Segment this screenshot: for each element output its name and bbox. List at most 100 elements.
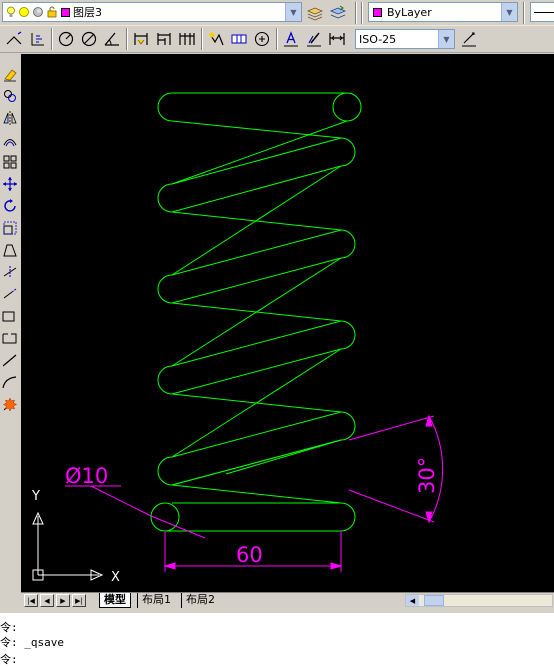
dimension-text-edit-button[interactable] [303, 28, 325, 50]
explode-icon [2, 397, 18, 412]
length-arrow-left [163, 562, 176, 570]
eraser-icon [4, 69, 17, 82]
freeze-viewport-icon [32, 6, 44, 18]
horizontal-scrollbar[interactable]: ◀ [405, 594, 553, 607]
offset-button[interactable] [1, 130, 19, 150]
trim-button[interactable] [1, 262, 19, 282]
fillet-button[interactable] [1, 372, 19, 392]
make-layer-current-button[interactable] [304, 2, 326, 24]
spring-coil-line [171, 411, 342, 458]
layer-previous-button[interactable] [327, 2, 349, 24]
stretch-icon [3, 244, 17, 257]
tolerance-button[interactable] [228, 28, 250, 50]
linetype-dropdown[interactable] [530, 2, 554, 22]
layer-previous-icon [329, 5, 347, 19]
spring-right-turn-arc [340, 229, 356, 259]
dimension-style-button[interactable] [458, 28, 480, 50]
layer-dropdown[interactable]: 图层3 ▼ [2, 2, 302, 22]
array-button[interactable] [1, 152, 19, 172]
break-point-icon [2, 333, 17, 344]
prev-tab-button[interactable]: ◀ [40, 594, 54, 607]
rotate-button[interactable] [1, 196, 19, 216]
command-history-line: 令: [0, 621, 18, 634]
tab-model[interactable]: 模型 [99, 593, 131, 608]
scroll-thumb[interactable] [424, 595, 444, 606]
stretch-button[interactable] [1, 240, 19, 260]
tolerance-icon [231, 34, 247, 44]
spring-right-turn-arc [340, 320, 356, 350]
leader-button[interactable] [205, 28, 227, 50]
diameter-dimension-text: Ø10 [65, 464, 108, 488]
angle-extension-upper [348, 415, 435, 441]
chevron-down-icon[interactable]: ▼ [285, 3, 301, 21]
continue-dimension-button[interactable] [176, 28, 198, 50]
scale-icon [3, 221, 17, 235]
linear-dimension-icon [6, 31, 22, 45]
chevron-down-icon[interactable]: ▼ [438, 30, 454, 48]
dim-style-dropdown[interactable]: ISO-25 ▼ [355, 29, 455, 49]
color-control-dropdown[interactable]: ByLayer ▼ [368, 2, 518, 22]
last-tab-button[interactable]: ▶| [72, 594, 86, 607]
spring-coil-line [171, 120, 348, 185]
next-tab-button[interactable]: ▶ [56, 594, 70, 607]
ucs-y-label: Y [31, 489, 40, 504]
linetype-line-icon [534, 11, 554, 13]
ordinate-dimension-button[interactable] [27, 28, 49, 50]
array-icon [3, 155, 17, 169]
spring-bottom-end-circle [150, 502, 180, 532]
center-mark-icon [254, 31, 270, 47]
tab-layout1[interactable]: 布局1 [137, 593, 175, 608]
quick-dimension-icon [134, 33, 148, 45]
diameter-dimension-button[interactable] [78, 28, 100, 50]
command-prompt[interactable]: 令: [0, 653, 18, 667]
model-space-drawing[interactable]: X Y Ø10 60 30° [21, 54, 554, 592]
move-button[interactable] [1, 174, 19, 194]
dimension-update-button[interactable] [326, 28, 348, 50]
spring-coil-line [171, 484, 342, 504]
angular-dimension-button[interactable] [101, 28, 123, 50]
spring-left-turn-arc [157, 456, 173, 486]
dim-update-icon [329, 33, 345, 45]
ucs-icon [32, 511, 104, 581]
spring-coil-line [171, 439, 342, 486]
baseline-dimension-button[interactable] [153, 28, 175, 50]
drawing-canvas[interactable]: X Y Ø10 60 30° [21, 54, 554, 592]
radius-dimension-button[interactable] [55, 28, 77, 50]
dim-text-edit-icon [307, 32, 321, 47]
extend-button[interactable] [1, 284, 19, 304]
first-tab-button[interactable]: |◀ [24, 594, 38, 607]
layers-toolbar: 图层3 ▼ ByLayer ▼ [0, 0, 554, 26]
explode-button[interactable] [1, 394, 19, 414]
layer-name: 图层3 [73, 6, 102, 19]
dimension-edit-button[interactable] [280, 28, 302, 50]
dim-style-icon [462, 32, 476, 47]
scroll-left-icon[interactable]: ◀ [406, 595, 419, 606]
offset-icon [3, 139, 17, 147]
command-line-window[interactable]: 令: 令: _qsave 令: [0, 611, 554, 667]
angle-dimension-text: 30° [415, 457, 439, 494]
diameter-leader-line [90, 485, 152, 517]
modify-toolbar [0, 56, 20, 420]
copy-icon [4, 90, 16, 102]
mirror-button[interactable] [1, 108, 19, 128]
chamfer-icon [2, 354, 17, 367]
toolbar-separator [126, 28, 128, 50]
spring-coil-line [171, 348, 342, 458]
chevron-down-icon[interactable]: ▼ [501, 3, 517, 21]
chamfer-button[interactable] [1, 350, 19, 370]
break-at-point-button[interactable] [1, 328, 19, 348]
spring-left-turn-arc [157, 274, 173, 304]
erase-button[interactable] [1, 64, 19, 84]
copy-button[interactable] [1, 86, 19, 106]
spring-right-turn-arc [340, 411, 356, 441]
spring-coil-line [171, 120, 342, 139]
linear-dimension-button[interactable] [3, 28, 25, 50]
break-button[interactable] [1, 306, 19, 326]
mirror-icon [3, 111, 17, 125]
toolbar-separator [276, 28, 278, 50]
scale-button[interactable] [1, 218, 19, 238]
spring-coil-line [171, 348, 342, 395]
tab-layout2[interactable]: 布局2 [181, 593, 219, 608]
center-mark-button[interactable] [251, 28, 273, 50]
quick-dimension-button[interactable] [130, 28, 152, 50]
